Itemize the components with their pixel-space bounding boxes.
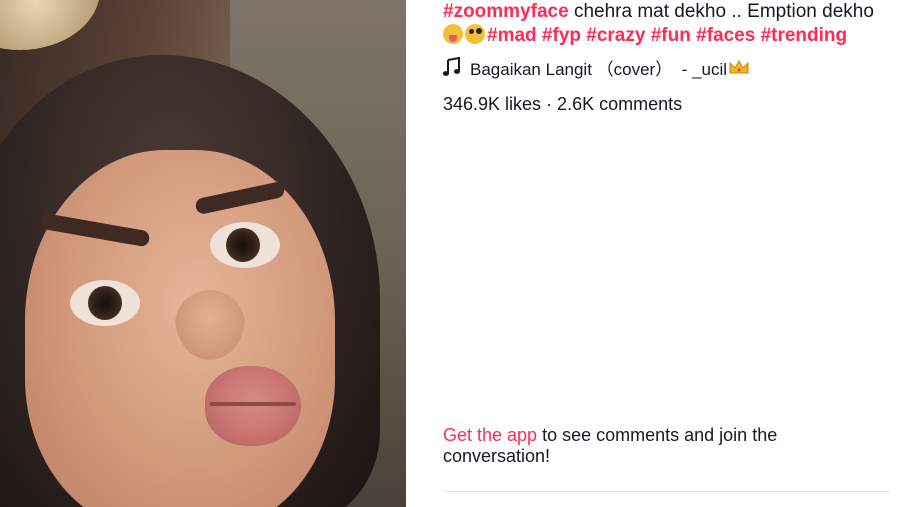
zany-face-icon (465, 24, 485, 44)
hashtag-link[interactable]: #faces (696, 25, 755, 46)
nose-shape (175, 290, 245, 360)
right-iris (226, 228, 260, 262)
get-app-link[interactable]: Get the app (443, 425, 537, 445)
hashtag-link[interactable]: #crazy (586, 25, 645, 46)
caption-line-2: #mad #fyp #crazy #fun #faces #trending (443, 24, 893, 48)
music-note-icon (443, 57, 460, 76)
music-link[interactable]: Bagaikan Langit （cover） - _ucil (443, 55, 750, 79)
hashtag-link[interactable]: #trending (761, 25, 848, 46)
left-iris (88, 286, 122, 320)
squinting-face-with-tongue-icon (443, 24, 463, 44)
engagement-stats: 346.9K likes · 2.6K comments (443, 94, 683, 114)
lips-line (210, 402, 296, 406)
hashtag-link[interactable]: #fyp (542, 25, 581, 46)
video-player[interactable] (0, 0, 406, 507)
song-title: Bagaikan Langit （cover） - _ucil (470, 59, 728, 79)
get-app-prompt: Get the app to see comments and join the… (443, 425, 863, 467)
caption-line-1: #zoommyface chehra mat dekho .. Emption … (443, 0, 893, 24)
divider (443, 491, 890, 492)
video-caption: #zoommyface chehra mat dekho .. Emption … (443, 0, 893, 48)
hashtag-link[interactable]: #fun (651, 25, 691, 46)
caption-text: chehra mat dekho .. Emption dekho (568, 1, 874, 22)
hashtag-link[interactable]: #mad (487, 25, 537, 46)
crown-icon (729, 59, 749, 74)
lamp-shape (0, 0, 100, 50)
lips-shape (205, 366, 301, 446)
hashtag-link[interactable]: #zoommyface (443, 1, 569, 22)
